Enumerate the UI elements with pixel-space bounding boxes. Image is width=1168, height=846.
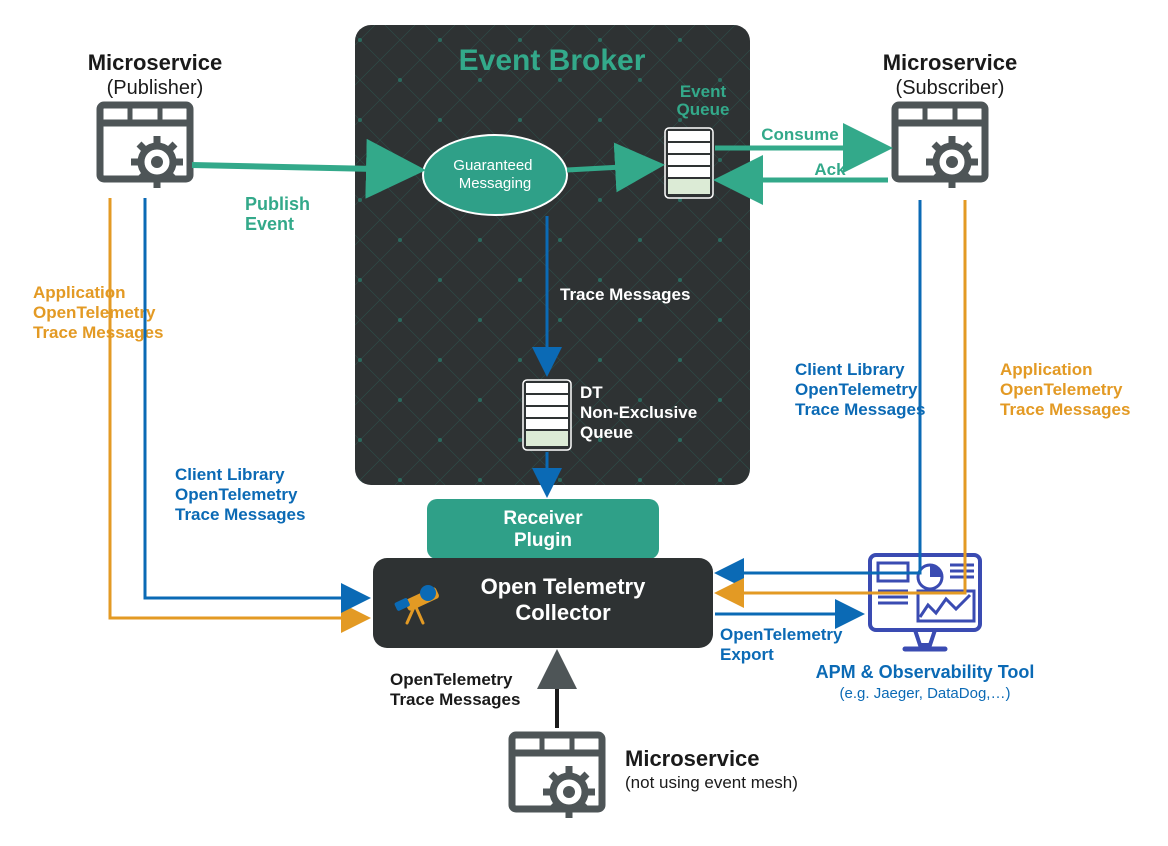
apm-subtitle: (e.g. Jaeger, DataDog,…): [840, 685, 1011, 702]
gm-label-l2: Messaging: [459, 175, 532, 192]
bottom-microservice: Microservice (not using event mesh): [512, 735, 798, 818]
apm-tool: APM & Observability Tool (e.g. Jaeger, D…: [816, 555, 1035, 702]
guaranteed-messaging-node: Guaranteed Messaging Guaranteed Messagin…: [423, 135, 567, 215]
collector-box: Open TelemetryCollector Open Telemetry C…: [373, 558, 713, 648]
edge-app-otel-left: [110, 198, 368, 618]
ack-label: Ack: [814, 160, 846, 179]
event-broker-title: Event Broker: [459, 44, 646, 77]
dt-queue-l1: DT: [580, 383, 603, 402]
subscriber: Microservice (Subscriber): [883, 50, 1018, 188]
subscriber-title: Microservice: [883, 50, 1018, 75]
subscriber-subtitle: (Subscriber): [896, 77, 1005, 99]
svg-text:ReceiverPlugin: ReceiverPlugin: [503, 508, 583, 551]
svg-text:Client LibraryOpenTelemetryTra: Client LibraryOpenTelemetryTrace Message…: [795, 360, 925, 419]
consume-label: Consume: [761, 125, 838, 144]
receiver-plugin: ReceiverPlugin Receiver Plugin: [427, 499, 659, 559]
bottom-ms-title: Microservice: [625, 746, 760, 771]
svg-text:PublishEvent: PublishEvent: [245, 194, 310, 234]
dt-queue-l2: Non-Exclusive: [580, 403, 697, 422]
dt-queue-l3: Queue: [580, 423, 633, 442]
trace-msgs-label: Trace Messages: [560, 285, 690, 304]
bottom-ms-subtitle: (not using event mesh): [625, 773, 798, 792]
publisher-title: Microservice: [88, 50, 223, 75]
edge-client-lib-left: [145, 198, 368, 598]
svg-text:OpenTelemetryTrace Messages: OpenTelemetryTrace Messages: [390, 670, 520, 709]
apm-title: APM & Observability Tool: [816, 662, 1035, 682]
server-gear-icon: [100, 105, 190, 188]
server-gear-icon: [512, 735, 602, 818]
event-queue-label: EventQueue: [677, 82, 730, 119]
gm-label-l1: Guaranteed: [453, 157, 532, 174]
svg-text:OpenTelemetryExport: OpenTelemetryExport: [720, 625, 843, 664]
svg-text:ApplicationOpenTelemetryTrace: ApplicationOpenTelemetryTrace Messages: [1000, 360, 1130, 419]
server-gear-icon: [895, 105, 985, 188]
svg-text:Client LibraryOpenTelemetryTra: Client LibraryOpenTelemetryTrace Message…: [175, 465, 305, 524]
svg-text:Guaranteed Messaging: Guaranteed Messaging: [453, 157, 536, 192]
publisher-subtitle: (Publisher): [107, 77, 204, 99]
